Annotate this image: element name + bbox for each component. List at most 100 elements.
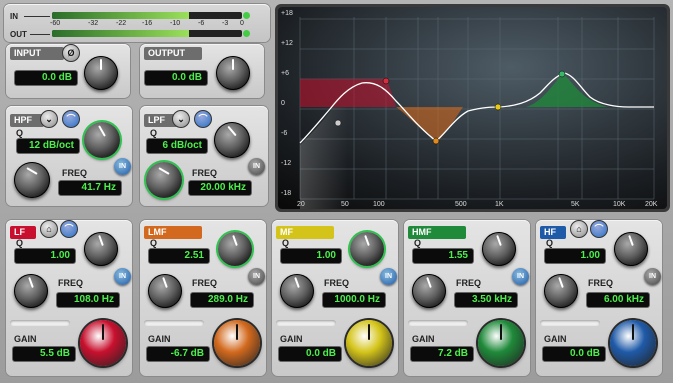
graph-db-label: 0	[281, 100, 285, 107]
band-freq-display: 289.0 Hz	[190, 292, 254, 308]
phase-invert-button[interactable]: Ø	[62, 44, 80, 62]
meter-scale: -60 -32 -22 -16 -10 -6 -3 0	[50, 20, 246, 29]
lpf-slope-down-button[interactable]: ⌄	[172, 110, 190, 128]
band-freq-knob[interactable]	[14, 274, 48, 308]
band-gain-display: 0.0 dB	[542, 346, 606, 362]
band-freq-display: 108.0 Hz	[56, 292, 120, 308]
band-in-button[interactable]: IN	[248, 268, 265, 285]
band-freq-display: 3.50 kHz	[454, 292, 518, 308]
band-gain-label: GAIN	[280, 334, 303, 344]
band-in-button[interactable]: IN	[114, 268, 131, 285]
hpf-slope-knob[interactable]	[84, 122, 120, 158]
band-freq-knob[interactable]	[544, 274, 578, 308]
lpf-freq-label: FREQ	[192, 168, 218, 178]
band-bell-button[interactable]: ⌒	[60, 220, 78, 238]
band-freq-label: FREQ	[456, 278, 482, 288]
hpf-panel: HPF ⌄ ⌒ Q 12 dB/oct IN FREQ 41.7 Hz	[6, 106, 132, 206]
band-q-display: 1.00	[280, 248, 342, 264]
band-q-display: 1.00	[14, 248, 76, 264]
hpf-slope-down-button[interactable]: ⌄	[40, 110, 58, 128]
lpf-in-button[interactable]: IN	[248, 158, 265, 175]
band-panel-hmf: HMF Q 1.55 IN FREQ 3.50 kHz GAIN 7.2 dB	[404, 220, 530, 376]
band-gain-slot	[408, 320, 468, 326]
band-freq-knob[interactable]	[412, 274, 446, 308]
hpf-freq-knob[interactable]	[14, 162, 50, 198]
output-gain-knob[interactable]	[216, 56, 250, 90]
band-q-display: 1.00	[544, 248, 606, 264]
eq-graph[interactable]: +18 +12 +6 0 -6 -12 -18 20 50 100 500 1K 5K 10K 20K	[275, 4, 670, 212]
band-bell-button[interactable]: ⌒	[590, 220, 608, 238]
band-gain-label: GAIN	[412, 334, 435, 344]
lmf-node	[432, 137, 440, 145]
band-q-knob[interactable]	[218, 232, 252, 266]
lpf-freq-knob[interactable]	[146, 162, 182, 198]
graph-freq-label: 50	[341, 201, 349, 208]
lpf-slope-display: 6 dB/oct	[146, 138, 208, 154]
lpf-slope-knob[interactable]	[214, 122, 250, 158]
input-gain-knob[interactable]	[84, 56, 118, 90]
band-freq-label: FREQ	[192, 278, 218, 288]
band-shelf-button[interactable]: ⌂	[40, 220, 58, 238]
graph-db-label: +6	[281, 70, 289, 77]
graph-freq-label: 20	[297, 201, 305, 208]
hpf-curve-button[interactable]: ⌒	[62, 110, 80, 128]
band-q-knob[interactable]	[350, 232, 384, 266]
graph-freq-label: 20K	[645, 201, 658, 208]
band-freq-knob[interactable]	[280, 274, 314, 308]
graph-db-label: -12	[281, 160, 292, 167]
band-freq-display: 6.00 kHz	[586, 292, 650, 308]
out-meter-fill	[52, 30, 189, 37]
lf-node	[334, 119, 342, 127]
band-freq-knob[interactable]	[148, 274, 182, 308]
input-gain-display: 0.0 dB	[14, 70, 78, 86]
band-freq-label: FREQ	[58, 278, 84, 288]
lpf-freq-display: 20.00 kHz	[188, 180, 252, 196]
lpf-curve-button[interactable]: ⌒	[194, 110, 212, 128]
band-q-knob[interactable]	[614, 232, 648, 266]
band-q-display: 2.51	[148, 248, 210, 264]
in-meter-dot	[243, 12, 250, 19]
meter-scale-tick: -6	[198, 20, 205, 27]
hpf-in-button[interactable]: IN	[114, 158, 131, 175]
graph-db-label: -18	[281, 190, 292, 197]
out-meter-label: OUT	[10, 30, 27, 39]
band-gain-knob[interactable]	[478, 320, 524, 366]
hpf-title: HPF	[10, 114, 44, 127]
in-meter-label: IN	[10, 12, 18, 21]
hpf-freq-label: FREQ	[62, 168, 88, 178]
band-in-button[interactable]: IN	[380, 268, 397, 285]
lpf-panel: LPF ⌄ ⌒ Q 6 dB/oct IN FREQ 20.00 kHz	[140, 106, 268, 206]
hpf-slope-display: 12 dB/oct	[16, 138, 80, 154]
band-gain-knob[interactable]	[610, 320, 656, 366]
out-meter-arrow	[30, 34, 50, 35]
band-gain-knob[interactable]	[214, 320, 260, 366]
in-meter-bar	[52, 12, 242, 19]
band-q-label: Q	[282, 238, 290, 248]
band-in-button[interactable]: IN	[644, 268, 661, 285]
out-meter-dot	[243, 30, 250, 37]
output-gain-display: 0.0 dB	[144, 70, 208, 86]
band-gain-label: GAIN	[148, 334, 171, 344]
hpf-freq-display: 41.7 Hz	[58, 180, 122, 196]
band-q-knob[interactable]	[84, 232, 118, 266]
band-gain-knob[interactable]	[346, 320, 392, 366]
graph-freq-label: 10K	[613, 201, 626, 208]
out-meter-bar	[52, 30, 242, 37]
band-gain-slot	[10, 320, 70, 326]
band-q-display: 1.55	[412, 248, 474, 264]
graph-db-label: +12	[281, 40, 293, 47]
band-panel-lf: LF ⌂ ⌒ Q 1.00 IN FREQ 108.0 Hz GAIN 5.5 dB	[6, 220, 132, 376]
band-shelf-button[interactable]: ⌂	[570, 220, 588, 238]
band-gain-knob[interactable]	[80, 320, 126, 366]
graph-db-label: -6	[281, 130, 288, 137]
band-panel-hf: HF ⌂ ⌒ Q 1.00 IN FREQ 6.00 kHz GAIN 0.0 dB	[536, 220, 662, 376]
hpf-node	[382, 77, 390, 85]
band-in-button[interactable]: IN	[512, 268, 529, 285]
graph-freq-label: 500	[455, 201, 467, 208]
band-q-label: Q	[414, 238, 422, 248]
output-panel: OUTPUT 0.0 dB	[140, 44, 264, 98]
in-meter-fill	[52, 12, 189, 19]
band-q-knob[interactable]	[482, 232, 516, 266]
in-meter-arrow	[24, 16, 50, 17]
meter-scale-tick: -60	[50, 20, 61, 27]
